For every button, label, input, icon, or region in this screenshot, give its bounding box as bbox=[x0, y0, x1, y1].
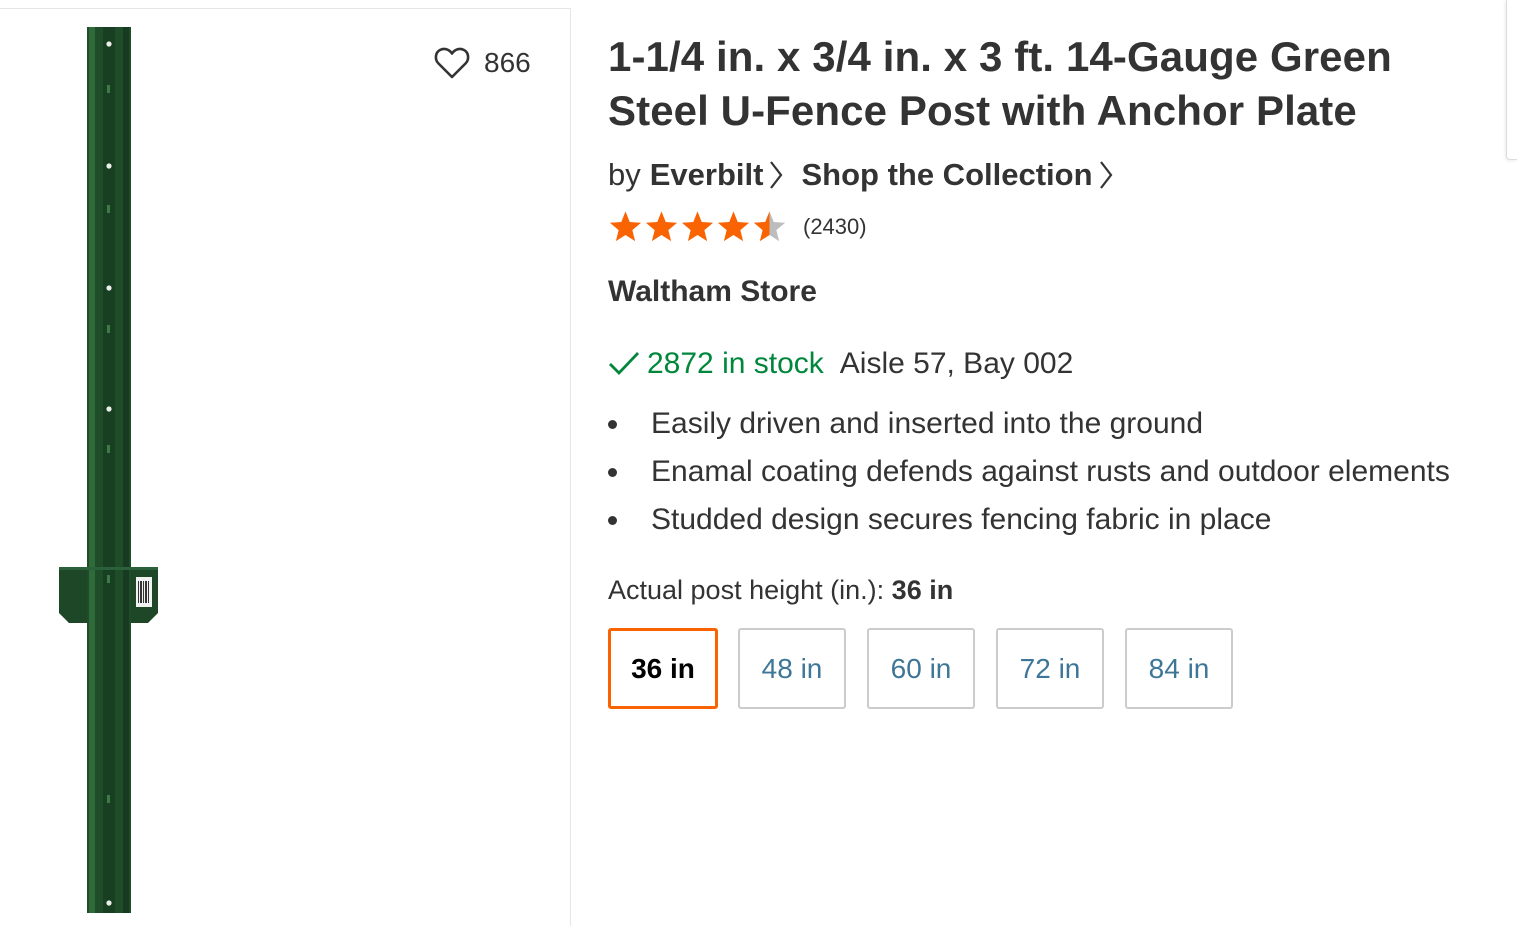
star-half-icon bbox=[753, 211, 786, 242]
height-options: 36 in 48 in 60 in 72 in 84 in bbox=[608, 628, 1508, 709]
bullet-dot bbox=[608, 468, 617, 477]
product-title: 1-1/4 in. x 3/4 in. x 3 ft. 14-Gauge Gre… bbox=[608, 30, 1508, 138]
chevron-right-icon bbox=[1099, 161, 1112, 189]
variant-label-text: Actual post height (in.): bbox=[608, 575, 885, 605]
star-full-icon bbox=[717, 211, 750, 242]
height-option-36[interactable]: 36 in bbox=[608, 628, 718, 709]
bullet-dot bbox=[608, 516, 617, 525]
feature-text: Studded design secures fencing fabric in… bbox=[651, 503, 1272, 536]
heart-outline-icon bbox=[434, 47, 470, 79]
brand-name: Everbilt bbox=[649, 157, 764, 192]
favorite-count: 866 bbox=[484, 47, 531, 78]
chevron-right-icon bbox=[770, 161, 783, 189]
checkmark-icon bbox=[609, 352, 640, 376]
feature-text: Easily driven and inserted into the grou… bbox=[651, 407, 1204, 440]
feature-bullet: Studded design secures fencing fabric in… bbox=[608, 496, 1508, 544]
star-full-icon bbox=[645, 211, 678, 242]
feature-bullet: Easily driven and inserted into the grou… bbox=[608, 400, 1508, 448]
height-option-48[interactable]: 48 in bbox=[738, 628, 846, 709]
stock-row: 2872 in stock Aisle 57, Bay 002 bbox=[608, 344, 1508, 384]
feature-text: Enamal coating defends against rusts and… bbox=[651, 455, 1450, 488]
stock-status: 2872 in stock bbox=[647, 347, 824, 380]
height-option-72[interactable]: 72 in bbox=[996, 628, 1104, 709]
shop-collection-label: Shop the Collection bbox=[801, 157, 1093, 192]
aisle-location: Aisle 57, Bay 002 bbox=[839, 347, 1074, 380]
height-option-60[interactable]: 60 in bbox=[867, 628, 975, 709]
variant-label: Actual post height (in.): 36 in bbox=[608, 572, 1508, 608]
brand-row: by Everbilt Shop the Collection bbox=[608, 155, 1508, 195]
product-details: 1-1/4 in. x 3/4 in. x 3 ft. 14-Gauge Gre… bbox=[608, 30, 1508, 709]
product-title-line-1: 1-1/4 in. x 3/4 in. x 3 ft. 14-Gauge Gre… bbox=[608, 33, 1392, 80]
product-title-line-2: Steel U-Fence Post with Anchor Plate bbox=[608, 87, 1357, 134]
brand-link[interactable]: Everbilt bbox=[650, 157, 784, 193]
by-label: by bbox=[608, 157, 641, 192]
height-option-84[interactable]: 84 in bbox=[1125, 628, 1233, 709]
star-rating[interactable] bbox=[608, 210, 788, 244]
product-image-panel: 866 bbox=[0, 8, 571, 926]
favorite-button[interactable]: 866 bbox=[434, 45, 531, 81]
bullet-dot bbox=[608, 420, 617, 429]
product-image[interactable] bbox=[50, 25, 170, 925]
feature-bullets: Easily driven and inserted into the grou… bbox=[608, 400, 1508, 544]
product-page: 866 1-1/4 in. x 3/4 in. x 3 ft. 14-Gauge… bbox=[0, 0, 1517, 926]
review-count-link[interactable]: (2430) bbox=[803, 214, 867, 240]
store-name: Waltham Store bbox=[608, 275, 817, 308]
star-full-icon bbox=[609, 211, 642, 242]
variant-selected-value: 36 in bbox=[891, 575, 954, 605]
star-full-icon bbox=[681, 211, 714, 242]
feature-bullet: Enamal coating defends against rusts and… bbox=[608, 448, 1508, 496]
rating-row: (2430) bbox=[608, 208, 1508, 246]
shop-collection-link[interactable]: Shop the Collection bbox=[801, 157, 1112, 193]
